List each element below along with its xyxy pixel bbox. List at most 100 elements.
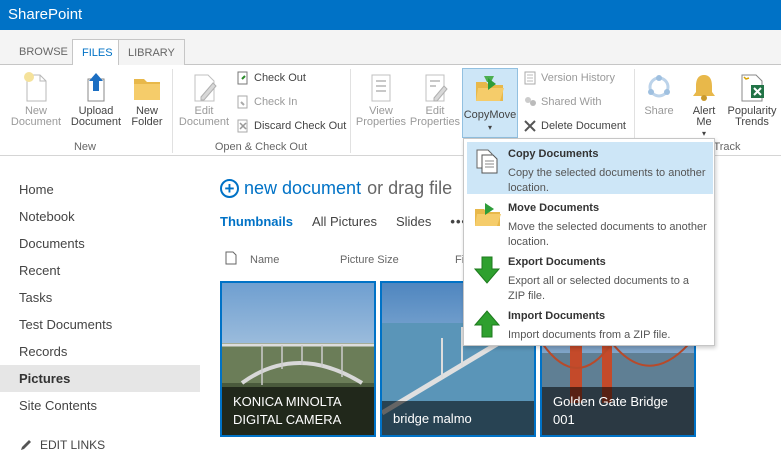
menu-item-import-documents[interactable]: Import Documents Import documents from a…: [467, 304, 713, 356]
nav-item-notebook[interactable]: Notebook: [0, 203, 200, 230]
app-title[interactable]: SharePoint: [8, 6, 82, 23]
menu-item-title: Export Documents: [508, 256, 606, 268]
share-label: Share: [644, 105, 674, 117]
share-icon: [648, 75, 670, 98]
column-header-name[interactable]: Name: [250, 254, 279, 266]
popularity-trends-button[interactable]: Popularity Trends: [726, 71, 778, 128]
edit-properties-label-2: Properties: [409, 116, 461, 128]
copymove-icon: [476, 76, 504, 101]
check-in-label: Check In: [254, 96, 298, 108]
view-properties-button[interactable]: View Properties: [354, 71, 408, 128]
view-tab-all-pictures[interactable]: All Pictures: [312, 214, 377, 229]
view-tab-thumbnails[interactable]: Thumbnails: [220, 214, 293, 229]
alert-label-2: Me: [696, 116, 712, 128]
new-document-link[interactable]: + new document or drag file: [220, 178, 452, 199]
discard-check-out-button[interactable]: Discard Check Out: [236, 117, 346, 135]
drag-files-text: or drag file: [367, 178, 453, 198]
version-history-button[interactable]: Version History: [523, 69, 615, 87]
new-folder-label-2: Folder: [131, 116, 163, 128]
group-label-open: Open & Check Out: [214, 141, 308, 153]
excel-icon: [741, 74, 764, 102]
new-document-button[interactable]: New Document: [6, 71, 66, 128]
nav-item-records[interactable]: Records: [0, 338, 200, 365]
tab-files[interactable]: FILES: [72, 39, 123, 66]
menu-item-description: Import documents from a ZIP file.: [508, 329, 671, 341]
new-document-label-2: Document: [10, 116, 62, 128]
move-folder-icon: [475, 203, 501, 226]
copy-icon: [476, 149, 498, 174]
delete-icon: [524, 120, 536, 132]
edit-links-label: EDIT LINKS: [40, 438, 106, 452]
edit-links-button[interactable]: EDIT LINKS: [20, 438, 105, 452]
discard-check-out-icon: [237, 119, 248, 133]
check-in-icon: [237, 95, 248, 109]
tile-caption: bridge malmo: [382, 401, 534, 435]
shared-with-label: Shared With: [541, 96, 602, 108]
upload-label-2: Document: [70, 116, 122, 128]
nav-item-test-documents[interactable]: Test Documents: [0, 311, 200, 338]
copymove-menu: Copy Documents Copy the selected documen…: [463, 138, 715, 346]
plus-circle-icon: +: [220, 179, 239, 198]
tab-browse[interactable]: BROWSE: [10, 39, 77, 65]
left-nav: Home Notebook Documents Recent Tasks Tes…: [0, 176, 200, 419]
nav-item-site-contents[interactable]: Site Contents: [0, 392, 200, 419]
tab-library[interactable]: LIBRARY: [118, 39, 185, 65]
delete-document-label: Delete Document: [541, 120, 626, 132]
nav-item-recent[interactable]: Recent: [0, 257, 200, 284]
group-divider: [350, 69, 351, 153]
version-history-label: Version History: [541, 72, 615, 84]
tile-caption: KONICA MINOLTA DIGITAL CAMERA: [222, 387, 374, 435]
view-tabs: Thumbnails All Pictures Slides •••: [220, 214, 486, 229]
menu-item-move-documents[interactable]: Move Documents Move the selected documen…: [467, 196, 713, 248]
alert-me-button[interactable]: Alert Me ▾: [686, 71, 722, 139]
group-label-new: New: [73, 141, 96, 153]
import-arrow-up-icon: [473, 310, 501, 338]
check-in-button[interactable]: Check In: [236, 93, 297, 111]
tile-caption: Golden Gate Bridge 001: [542, 387, 694, 435]
check-out-icon: [237, 71, 248, 85]
suite-bar: SharePoint: [0, 0, 781, 30]
check-out-label: Check Out: [254, 72, 306, 84]
upload-icon: [87, 73, 105, 102]
edit-properties-icon: [425, 74, 448, 102]
picture-tile[interactable]: KONICA MINOLTA DIGITAL CAMERA: [220, 281, 376, 437]
popularity-label-2: Trends: [735, 116, 769, 128]
menu-item-export-documents[interactable]: Export Documents Export all or selected …: [467, 250, 713, 302]
check-out-button[interactable]: Check Out: [236, 69, 306, 87]
upload-document-button[interactable]: Upload Document: [68, 71, 124, 128]
export-arrow-down-icon: [473, 256, 501, 284]
ribbon-tab-row: BROWSE FILES LIBRARY: [0, 30, 781, 66]
view-properties-label-2: Properties: [355, 116, 407, 128]
menu-item-copy-documents[interactable]: Copy Documents Copy the selected documen…: [467, 142, 713, 194]
nav-item-pictures[interactable]: Pictures: [0, 365, 200, 392]
pencil-icon: [21, 440, 31, 450]
nav-item-tasks[interactable]: Tasks: [0, 284, 200, 311]
view-properties-icon: [371, 74, 391, 102]
view-tab-slides[interactable]: Slides: [396, 214, 431, 229]
folder-icon: [134, 79, 160, 100]
delete-document-button[interactable]: Delete Document: [523, 117, 626, 135]
edit-document-label-2: Document: [178, 116, 230, 128]
bell-icon: [693, 75, 715, 101]
edit-document-icon: [194, 74, 217, 102]
column-header-picture-size[interactable]: Picture Size: [340, 254, 399, 266]
new-document-text: new document: [244, 178, 362, 198]
document-type-icon: [225, 251, 237, 265]
new-folder-button[interactable]: New Folder: [126, 71, 168, 128]
new-document-icon: [24, 72, 47, 102]
nav-item-home[interactable]: Home: [0, 176, 200, 203]
menu-item-title: Move Documents: [508, 202, 600, 214]
nav-item-documents[interactable]: Documents: [0, 230, 200, 257]
menu-item-description: Export all or selected documents to a ZI…: [508, 275, 689, 302]
menu-item-description: Move the selected documents to another l…: [508, 221, 707, 248]
copymove-button[interactable]: CopyMove ▾: [462, 68, 518, 138]
group-label-track: Track: [713, 141, 741, 153]
group-divider: [172, 69, 173, 153]
shared-with-icon: [525, 97, 536, 106]
edit-properties-button[interactable]: Edit Properties: [408, 71, 462, 128]
share-button[interactable]: Share: [640, 71, 678, 117]
shared-with-button[interactable]: Shared With: [523, 93, 602, 111]
discard-check-out-label: Discard Check Out: [254, 120, 347, 132]
edit-document-button[interactable]: Edit Document: [176, 71, 232, 128]
menu-item-title: Copy Documents: [508, 148, 599, 160]
